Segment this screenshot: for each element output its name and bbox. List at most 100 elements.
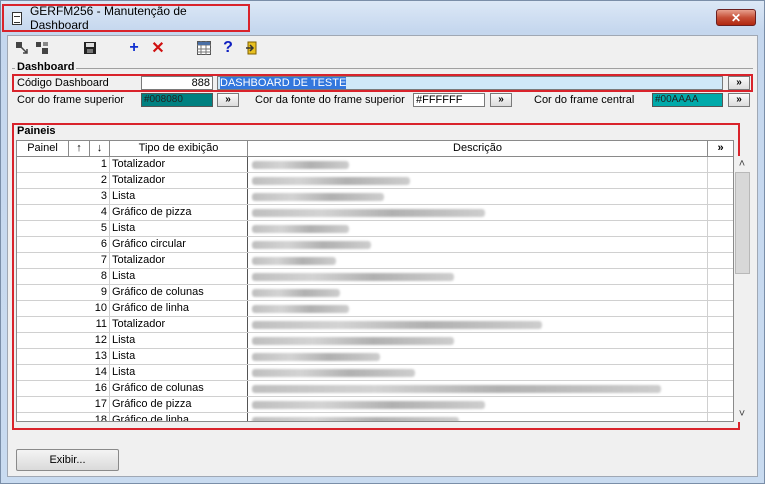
dashboard-group-line (12, 68, 753, 69)
painel-number: 13 (17, 349, 110, 364)
table-row[interactable]: 6 Gráfico circular (17, 237, 733, 253)
table-row[interactable]: 17 Gráfico de pizza (17, 397, 733, 413)
tipo-exibicao-cell: Gráfico de colunas (110, 381, 248, 396)
delete-icon[interactable]: ✕ (150, 40, 166, 57)
help-icon[interactable]: ? (220, 39, 236, 56)
painel-number: 5 (17, 221, 110, 236)
blurred-description (252, 273, 454, 281)
exit-door-icon[interactable] (244, 40, 260, 56)
cor-frame-superior-button[interactable]: » (217, 93, 239, 107)
table-row[interactable]: 2 Totalizador (17, 173, 733, 189)
descricao-cell (248, 157, 708, 172)
painel-number: 8 (17, 269, 110, 284)
descricao-cell (248, 221, 708, 236)
cor-frame-central-button[interactable]: » (728, 93, 750, 107)
tipo-exibicao-cell: Totalizador (110, 317, 248, 332)
save-icon[interactable] (82, 40, 98, 56)
tipo-exibicao-cell: Lista (110, 365, 248, 380)
painel-number: 12 (17, 333, 110, 348)
tipo-exibicao-cell: Gráfico de linha (110, 413, 248, 421)
painel-number: 9 (17, 285, 110, 300)
grid-icon[interactable] (196, 40, 212, 56)
cor-fonte-button[interactable]: » (490, 93, 512, 107)
close-button[interactable]: ✕ (716, 9, 756, 26)
cor-fonte-label: Cor da fonte do frame superior (255, 94, 405, 106)
codigo-dashboard-input[interactable]: 888 (141, 76, 213, 90)
dashboard-name-input[interactable]: DASHBOARD DE TESTE (217, 76, 723, 90)
table-row[interactable]: 7 Totalizador (17, 253, 733, 269)
blurred-description (252, 353, 380, 361)
paineis-section-label: Paineis (15, 125, 58, 137)
scroll-thumb[interactable] (735, 172, 750, 274)
tipo-exibicao-cell: Gráfico de linha (110, 301, 248, 316)
dashboard-name-value: DASHBOARD DE TESTE (220, 77, 347, 89)
descricao-cell (248, 381, 708, 396)
tipo-exibicao-cell: Totalizador (110, 157, 248, 172)
painel-number: 14 (17, 365, 110, 380)
blurred-description (252, 161, 349, 169)
tipo-exibicao-cell: Lista (110, 189, 248, 204)
cor-frame-superior-swatch[interactable]: #008080 (141, 93, 213, 107)
table-row[interactable]: 5 Lista (17, 221, 733, 237)
cor-frame-central-label: Cor do frame central (534, 94, 635, 106)
table-row[interactable]: 11 Totalizador (17, 317, 733, 333)
title-bar: GERFM256 - Manutenção de Dashboard ✕ (1, 1, 764, 35)
table-row[interactable]: 3 Lista (17, 189, 733, 205)
blurred-description (252, 289, 340, 297)
blurred-description (252, 209, 485, 217)
table-row[interactable]: 4 Gráfico de pizza (17, 205, 733, 221)
cor-frame-central-swatch[interactable]: #00AAAA (652, 93, 723, 107)
tipo-exibicao-cell: Lista (110, 269, 248, 284)
col-descricao-header[interactable]: Descrição (248, 141, 708, 156)
col-painel-header[interactable]: Painel (17, 141, 69, 156)
table-row[interactable]: 8 Lista (17, 269, 733, 285)
navigate-first-icon[interactable] (14, 40, 30, 56)
descricao-cell (248, 413, 708, 421)
navigate-list-icon[interactable] (34, 40, 50, 56)
add-icon[interactable]: + (126, 39, 142, 56)
blurred-description (252, 241, 371, 249)
blurred-description (252, 257, 336, 265)
col-more-button[interactable]: » (708, 141, 733, 156)
blurred-description (252, 401, 485, 409)
painel-number: 6 (17, 237, 110, 252)
cor-fonte-input[interactable]: #FFFFFF (413, 93, 485, 107)
table-row[interactable]: 1 Totalizador (17, 157, 733, 173)
table-row[interactable]: 12 Lista (17, 333, 733, 349)
descricao-cell (248, 365, 708, 380)
descricao-cell (248, 269, 708, 284)
col-tipo-header[interactable]: Tipo de exibição (110, 141, 248, 156)
title-highlight: GERFM256 - Manutenção de Dashboard (2, 4, 250, 32)
tipo-exibicao-cell: Gráfico de pizza (110, 397, 248, 412)
tipo-exibicao-cell: Lista (110, 221, 248, 236)
scroll-down-icon[interactable]: ˅ (734, 406, 750, 422)
painel-number: 1 (17, 157, 110, 172)
tipo-exibicao-cell: Gráfico de pizza (110, 205, 248, 220)
table-header: Painel ↑ ↓ Tipo de exibição Descrição » (17, 141, 733, 157)
blurred-description (252, 369, 415, 377)
cor-frame-superior-label: Cor do frame superior (17, 94, 124, 106)
descricao-cell (248, 237, 708, 252)
move-down-button[interactable]: ↓ (90, 141, 110, 156)
blurred-description (252, 177, 410, 185)
descricao-cell (248, 253, 708, 268)
table-row[interactable]: 10 Gráfico de linha (17, 301, 733, 317)
move-up-button[interactable]: ↑ (69, 141, 90, 156)
scroll-up-icon[interactable]: ˄ (734, 156, 750, 172)
tipo-exibicao-cell: Totalizador (110, 253, 248, 268)
table-row[interactable]: 13 Lista (17, 349, 733, 365)
exibir-button[interactable]: Exibir... (16, 449, 119, 471)
dashboard-lookup-button[interactable]: » (728, 76, 750, 90)
table-row[interactable]: 16 Gráfico de colunas (17, 381, 733, 397)
painel-number: 17 (17, 397, 110, 412)
table-row[interactable]: 14 Lista (17, 365, 733, 381)
blurred-description (252, 321, 542, 329)
blurred-description (252, 385, 661, 393)
client-area: + ✕ ? Dashboard Código Dashboard 888 DAS… (7, 35, 758, 477)
tipo-exibicao-cell: Gráfico de colunas (110, 285, 248, 300)
dashboard-section-label: Dashboard (15, 61, 77, 73)
table-row[interactable]: 9 Gráfico de colunas (17, 285, 733, 301)
table-row[interactable]: 18 Gráfico de linha (17, 413, 733, 421)
painel-number: 3 (17, 189, 110, 204)
vertical-scrollbar[interactable]: ˄ ˅ (734, 156, 750, 422)
